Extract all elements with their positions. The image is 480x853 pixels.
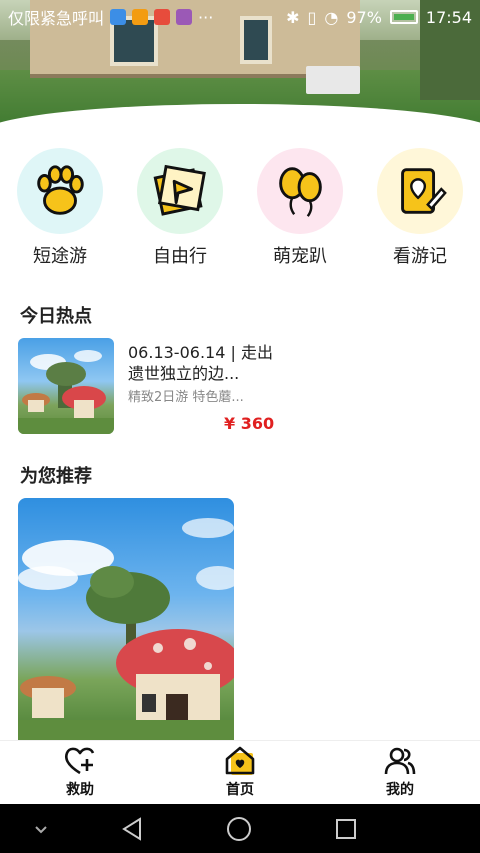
- wifi-icon: ◔: [324, 7, 339, 27]
- hot-item-thumbnail: [18, 338, 114, 434]
- back-icon[interactable]: [120, 816, 146, 842]
- recent-apps-icon[interactable]: [334, 817, 358, 841]
- recommend-card-image[interactable]: [18, 498, 234, 740]
- category-row: 短途游 自由行 萌宠趴 看游记: [0, 148, 480, 268]
- battery-icon: [389, 10, 418, 24]
- category-label: 萌宠趴: [273, 246, 327, 267]
- nav-label: 首页: [226, 782, 254, 798]
- chevron-down-icon[interactable]: [32, 820, 50, 838]
- app-notification-icon: [176, 9, 193, 25]
- nav-home[interactable]: 首页: [160, 741, 320, 804]
- status-bar: 仅限紧急呼叫 ··· ✱ ▯ ◔ 97% 17:54: [0, 0, 480, 34]
- hot-section-title: 今日热点: [20, 306, 92, 327]
- paper-plane-card-icon: [137, 148, 223, 234]
- bluetooth-icon: ✱: [286, 7, 300, 27]
- hot-item-price: ¥ 360: [224, 414, 275, 433]
- recommend-section-title: 为您推荐: [20, 466, 92, 487]
- category-short-trip[interactable]: 短途游: [0, 148, 120, 268]
- bottom-nav: 救助 首页 我的: [0, 740, 480, 804]
- app-notification-icon: [110, 9, 127, 25]
- app-notification-icon: [132, 9, 149, 25]
- home-heart-icon: [225, 746, 255, 775]
- nav-rescue[interactable]: 救助: [0, 741, 160, 804]
- category-label: 自由行: [153, 246, 207, 267]
- hot-item-subtitle: 精致2日游 特色蘑...: [128, 390, 244, 405]
- hot-item-title: 06.13-06.14 | 走出遗世独立的边...: [128, 343, 273, 383]
- weibo-icon: [154, 9, 171, 25]
- category-free-travel[interactable]: 自由行: [120, 148, 240, 268]
- notebook-location-icon: [377, 148, 463, 234]
- category-label: 看游记: [393, 246, 447, 267]
- nav-mine[interactable]: 我的: [320, 741, 480, 804]
- balloons-icon: [257, 148, 343, 234]
- category-travel-notes[interactable]: 看游记: [360, 148, 480, 268]
- vibrate-icon: ▯: [307, 7, 317, 27]
- category-label: 短途游: [33, 246, 87, 267]
- users-icon: [384, 747, 416, 775]
- battery-percent: 97%: [346, 7, 382, 27]
- heart-plus-icon: [65, 747, 95, 775]
- carrier-text: 仅限紧急呼叫: [8, 9, 105, 28]
- system-nav-bar: [0, 804, 480, 853]
- nav-label: 我的: [386, 782, 414, 798]
- more-notifications: ···: [198, 7, 214, 27]
- category-pet-party[interactable]: 萌宠趴: [240, 148, 360, 268]
- home-icon[interactable]: [226, 816, 252, 842]
- clock: 17:54: [425, 7, 472, 27]
- nav-label: 救助: [66, 782, 94, 798]
- paw-icon: [17, 148, 103, 234]
- hot-item-card[interactable]: 06.13-06.14 | 走出遗世独立的边... 精致2日游 特色蘑... ¥…: [18, 338, 458, 436]
